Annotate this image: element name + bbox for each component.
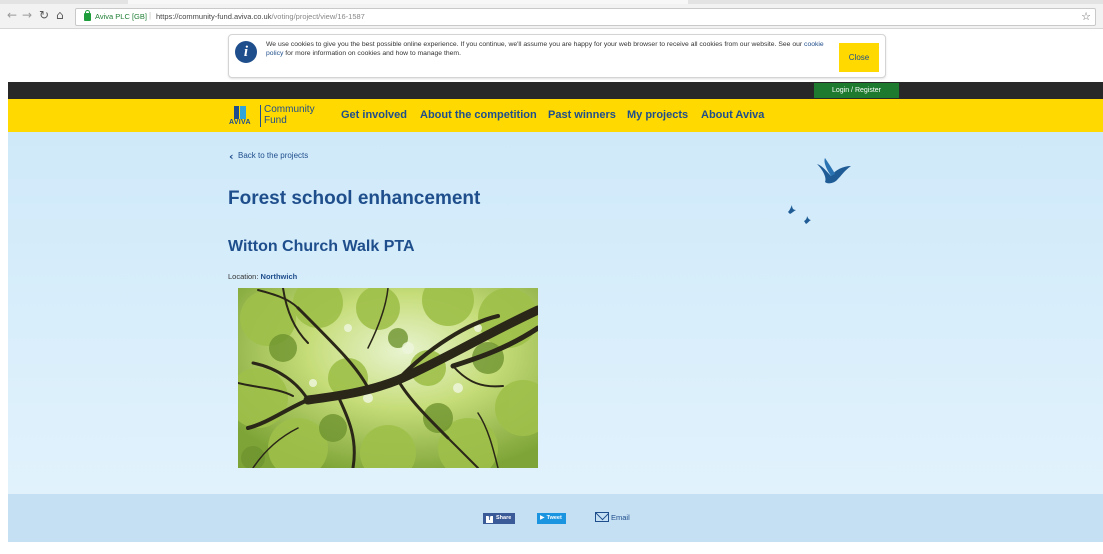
chevron-left-icon[interactable]: ‹ <box>229 150 234 163</box>
logo-line-community: Community <box>264 104 315 115</box>
twitter-tweet-label: Tweet <box>546 515 562 521</box>
logo-line-fund: Fund <box>264 115 287 126</box>
forward-arrow-icon[interactable]: → <box>22 9 32 21</box>
email-share-link[interactable]: Email <box>595 512 630 525</box>
location-label: Location: <box>228 272 259 281</box>
project-photo <box>238 288 538 468</box>
project-content: ‹ Back to the projects Forest school enh… <box>8 132 1103 494</box>
cookie-banner-area: i We use cookies to give you the best po… <box>0 29 1103 82</box>
cookie-text-start: We use cookies to give you the best poss… <box>266 41 803 48</box>
star-icon[interactable]: ☆ <box>1081 10 1091 23</box>
logo-wordmark: AVIVA <box>229 119 251 126</box>
cookie-banner: i We use cookies to give you the best po… <box>228 34 886 78</box>
home-icon[interactable]: ⌂ <box>56 9 64 21</box>
url-host: https://community-fund.aviva.co.uk <box>156 12 272 21</box>
lock-icon <box>84 10 91 21</box>
bird-large-icon <box>817 158 851 184</box>
page-title: Forest school enhancement <box>228 188 481 209</box>
secure-org-label: Aviva PLC [GB] <box>95 12 147 21</box>
share-bar: f Share ▶ Tweet Email <box>8 494 1103 542</box>
twitter-tweet-button[interactable]: ▶ Tweet <box>537 513 566 524</box>
tree-canopy-image <box>238 288 538 468</box>
logo-community-fund-text: Community Fund <box>264 104 315 126</box>
aviva-community-fund-logo[interactable]: AVIVA Community Fund <box>226 104 326 128</box>
facebook-share-label: Share <box>496 515 512 521</box>
reload-icon[interactable]: ↻ <box>39 9 49 21</box>
address-bar[interactable]: Aviva PLC [GB] | https://community-fund.… <box>75 8 1096 26</box>
url-separator: | <box>149 11 152 20</box>
url-path: /voting/project/view/16-1587 <box>271 12 365 21</box>
nav-past-winners[interactable]: Past winners <box>548 109 616 121</box>
facebook-icon: f <box>486 516 493 523</box>
cookie-close-button[interactable]: Close <box>839 43 879 72</box>
back-to-projects-link[interactable]: Back to the projects <box>238 151 308 160</box>
location-value-link[interactable]: Northwich <box>261 272 298 281</box>
active-tab[interactable] <box>128 0 688 4</box>
login-register-button[interactable]: Login / Register <box>814 83 899 98</box>
project-location: Location: Northwich <box>228 272 297 281</box>
email-share-label: Email <box>611 513 630 522</box>
main-navigation: AVIVA Community Fund Get involved About … <box>8 99 1103 132</box>
cookie-text-end: for more information on cookies and how … <box>285 50 461 57</box>
organisation-name: Witton Church Walk PTA <box>228 238 415 255</box>
utility-bar: Login / Register <box>8 82 1103 99</box>
aviva-logo-mark <box>234 106 246 119</box>
nav-about-competition[interactable]: About the competition <box>420 109 537 121</box>
cookie-message: We use cookies to give you the best poss… <box>266 40 826 58</box>
browser-toolbar: ← → ↻ ⌂ Aviva PLC [GB] | https://communi… <box>0 0 1103 29</box>
bird-small-icon <box>788 205 796 214</box>
nav-get-involved[interactable]: Get involved <box>341 109 407 121</box>
logo-divider <box>260 105 261 127</box>
url-text[interactable]: https://community-fund.aviva.co.uk/votin… <box>156 12 365 21</box>
nav-about-aviva[interactable]: About Aviva <box>701 109 764 121</box>
back-arrow-icon[interactable]: ← <box>7 9 17 21</box>
envelope-icon <box>595 512 609 522</box>
nav-my-projects[interactable]: My projects <box>627 109 688 121</box>
bird-tiny-icon <box>804 216 811 224</box>
facebook-share-button[interactable]: f Share <box>483 513 516 524</box>
twitter-bird-icon: ▶ <box>540 515 545 521</box>
info-icon: i <box>235 41 257 63</box>
